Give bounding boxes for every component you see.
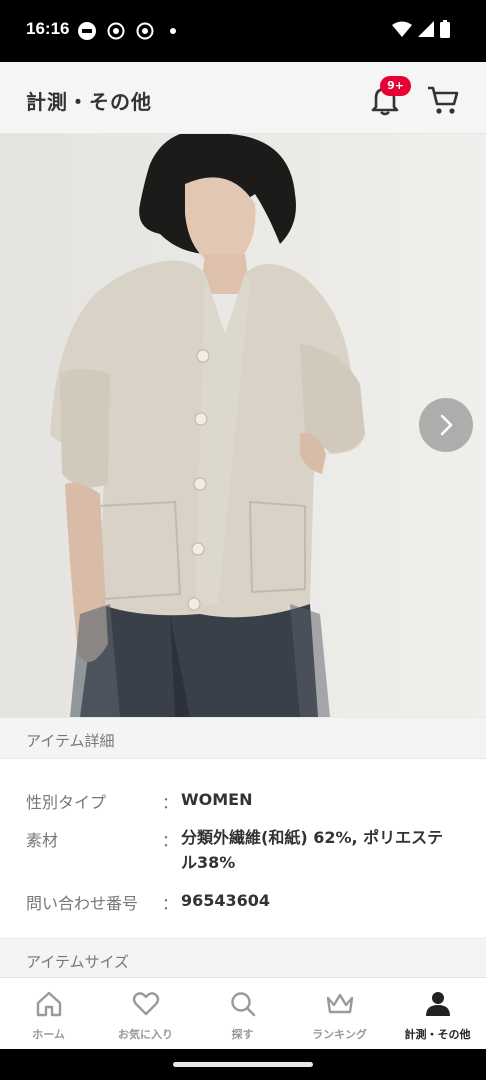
heart-icon [132, 992, 159, 1016]
nav-favorites[interactable]: お気に入り [97, 978, 194, 1050]
nav-search-label: 探す [231, 1028, 254, 1041]
product-image[interactable] [0, 134, 486, 717]
detail-label-material: 素材 [26, 831, 59, 850]
system-gesture-bar [0, 1049, 486, 1080]
detail-label-inquiry-number: 問い合わせ番号 [26, 894, 139, 913]
search-icon [230, 992, 255, 1017]
next-image-button[interactable] [419, 398, 473, 452]
signal-icon [418, 21, 434, 41]
detail-value-inquiry-number: 96543604 [181, 891, 271, 910]
person-icon [425, 992, 450, 1016]
item-size-header: アイテムサイズ [0, 938, 486, 980]
home-icon [36, 991, 61, 1017]
nav-home[interactable]: ホーム [0, 978, 97, 1050]
wifi-icon [392, 21, 412, 41]
nav-ranking-label: ランキング [312, 1028, 367, 1041]
detail-value-material-line1: 分類外繊維(和紙) 62%, ポリエステ [181, 828, 444, 847]
page-title: 計測・その他 [26, 90, 152, 114]
detail-label-gender: 性別タイプ [26, 793, 107, 812]
cart-button[interactable] [426, 84, 460, 116]
detail-value-material-line2: ル38% [181, 853, 236, 872]
detail-colon: ： [162, 793, 179, 812]
app-notification-icon [78, 22, 96, 40]
chrome-icon [136, 22, 154, 40]
status-time: 16:16 [26, 19, 70, 38]
notification-badge: 9+ [380, 76, 411, 96]
chevron-right-icon [440, 414, 453, 436]
item-size-heading: アイテムサイズ [26, 953, 130, 971]
app-header: 計測・その他 [0, 62, 486, 134]
nav-home-label: ホーム [32, 1028, 65, 1041]
detail-colon: ： [162, 894, 179, 913]
nav-ranking[interactable]: ランキング [291, 978, 388, 1050]
dot-icon [170, 28, 176, 34]
cart-icon [428, 86, 459, 114]
gesture-handle[interactable] [173, 1062, 313, 1067]
model-photo [0, 134, 486, 717]
nav-search[interactable]: 探す [194, 978, 291, 1050]
item-details-header: アイテム詳細 [0, 717, 486, 759]
bottom-nav: ホーム お気に入り 探す ランキング 計測・その他 [0, 977, 486, 1049]
nav-measure-other[interactable]: 計測・その他 [389, 978, 486, 1050]
chrome-icon [107, 22, 125, 40]
battery-icon [440, 20, 450, 42]
nav-measure-other-label: 計測・その他 [404, 1028, 471, 1041]
crown-icon [326, 993, 353, 1014]
status-bar: 16:16 [0, 0, 486, 62]
detail-value-gender: WOMEN [181, 790, 253, 809]
nav-favorites-label: お気に入り [118, 1028, 173, 1041]
item-details-heading: アイテム詳細 [26, 732, 115, 750]
detail-colon: ： [162, 831, 179, 850]
